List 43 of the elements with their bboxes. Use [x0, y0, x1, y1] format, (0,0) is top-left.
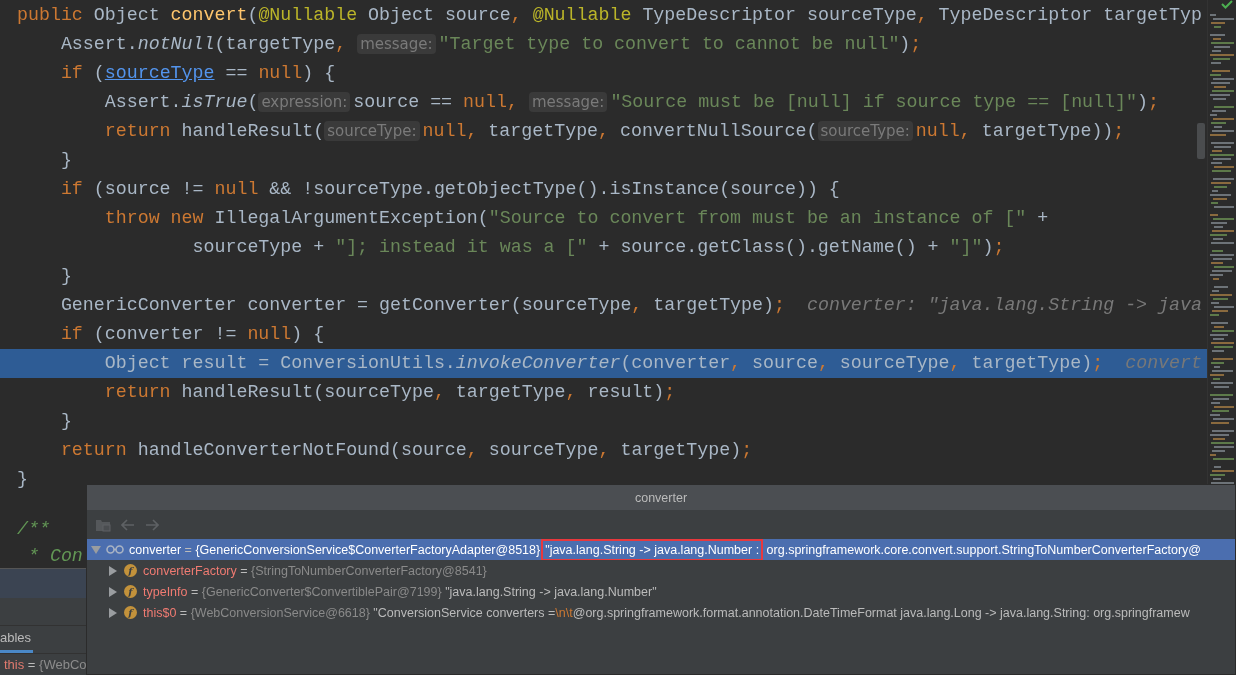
- glasses-icon: [106, 545, 124, 554]
- collapsed-triangle-icon[interactable]: [108, 607, 118, 618]
- code-line: sourceType + "]; instead it was a [" + source.getClass().getName() + "]");: [191, 236, 1006, 259]
- code-line: GenericConverter converter = getConverter(sourceType, targetType); converter: "java.lang.String -> java: [59, 294, 1203, 317]
- variable-text: typeInfo = {GenericConverter$ConvertiblePair@7199} "java.lang.String -> java.lang.Number": [143, 584, 657, 599]
- variable-text: this$0 = {WebConversionService@6618} "ConversionService converters =\n\t@org.springframework.format.annotation.DateTimeFormat java.lang.Long -> java.lang.String: org.springframew: [143, 605, 1190, 620]
- collapsed-triangle-icon[interactable]: [108, 565, 118, 576]
- variables-tab[interactable]: ables: [0, 630, 34, 654]
- code-line: }: [59, 149, 73, 172]
- collapsed-triangle-icon[interactable]: [108, 586, 118, 597]
- variable-text: this = {WebCo: [4, 657, 86, 673]
- popup-title: converter: [634, 490, 688, 505]
- variable-text: converter = {GenericConversionService$ConverterFactoryAdapter@8518}: [129, 542, 541, 557]
- folder-icon[interactable]: [95, 517, 111, 532]
- scrollbar-thumb[interactable]: [1197, 123, 1205, 159]
- code-line: }: [16, 468, 29, 491]
- code-line: return handleResult(sourceType, targetType, result);: [103, 381, 677, 404]
- check-icon: [1221, 0, 1233, 9]
- field-icon: f: [124, 585, 137, 598]
- code-line: if (source != null && !sourceType.getObjectType().isInstance(source)) {: [59, 178, 841, 201]
- code-line: public Object convert(@Nullable Object source, @Nullable TypeDescriptor sourceType, TypeDescriptor targetTyp: [16, 4, 1203, 27]
- variable-text: converterFactory = {StringToNumberConverterFactory@8541}: [143, 563, 487, 578]
- code-line: }: [59, 410, 73, 433]
- code-line: return handleResult( sourceType: null, targetType, convertNullSource( sourceType: null, targetType));: [103, 120, 1126, 143]
- code-line: if (sourceType == null) {: [59, 62, 337, 85]
- back-arrow-icon[interactable]: [121, 518, 135, 531]
- code-line: return handleConverterNotFound(source, sourceType, targetType);: [59, 439, 754, 462]
- forward-arrow-icon[interactable]: [145, 518, 159, 531]
- field-icon: f: [124, 606, 137, 619]
- code-line: Assert.isTrue( expression: source == null, message: "Source must be [null] if source type == [null]");: [103, 91, 1160, 114]
- field-icon: f: [124, 564, 137, 577]
- tree-row[interactable]: f typeInfo = {GenericConverter$ConvertiblePair@7199} "java.lang.String -> java.lang.Number": [87, 581, 1235, 602]
- doc-comment: * Con: [26, 545, 83, 568]
- code-line: }: [59, 265, 73, 288]
- variable-text: org.springframework.core.convert.support.StringToNumberConverterFactory@: [765, 542, 1201, 557]
- tree-row[interactable]: f this$0 = {WebConversionService@6618} "ConversionService converters =\n\t@org.springframework.format.annotation.DateTimeFormat java.lang.Long -> java.lang.String: org.springframew: [87, 602, 1235, 623]
- tree-row[interactable]: f converterFactory = {StringToNumberConverterFactory@8541}: [87, 560, 1235, 581]
- code-line: throw new IllegalArgumentException("Source to convert from must be an instance of [" +: [103, 207, 1050, 230]
- code-line: if (converter != null) {: [59, 323, 326, 346]
- doc-comment: /**: [17, 518, 50, 541]
- code-line: Assert.notNull(targetType, message: "Target type to convert to cannot be null");: [59, 33, 923, 56]
- expanded-triangle-icon[interactable]: [91, 544, 101, 555]
- tree-row[interactable]: converter = {GenericConversionService$ConverterFactoryAdapter@8518} "java.lang.String -> java.lang.Number : org.springframework.core.convert.support.StringToNumberConverterFactory@: [87, 539, 1235, 560]
